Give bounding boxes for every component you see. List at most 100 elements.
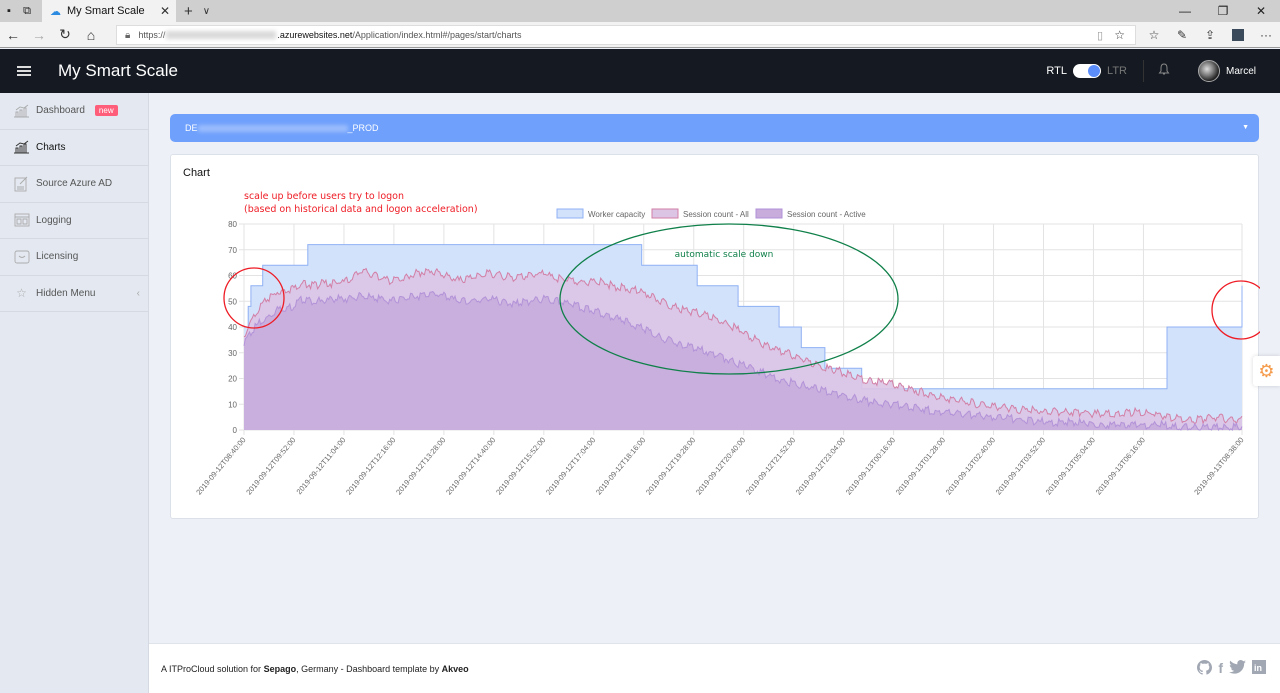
extension-icon[interactable] — [1232, 29, 1244, 41]
y-axis: 01020304050607080 — [228, 220, 237, 435]
url-input[interactable]: 🔒︎ https:// .azurewebsites.net /Applicat… — [116, 25, 1136, 45]
more-menu-icon[interactable]: ··· — [1252, 28, 1280, 42]
x-tick-label: 2019-09-13T06:16:00 — [1094, 436, 1147, 497]
x-tick-label: 2019-09-12T14:40:00 — [444, 436, 497, 497]
sidebar-item-label: Hidden Menu — [36, 287, 96, 299]
sidebar-item-licensing[interactable]: Licensing — [0, 239, 148, 276]
rtl-label: RTL — [1046, 65, 1068, 77]
star-icon: ☆ — [16, 286, 27, 301]
x-tick-label: 2019-09-13T03:52:00 — [994, 436, 1047, 497]
footer-text: A ITProCloud solution for — [161, 663, 264, 674]
legend-swatch — [651, 208, 679, 219]
browser-tab[interactable]: ☁ My Smart Scale ✕ — [42, 0, 176, 22]
new-tab-button[interactable]: + — [184, 3, 193, 20]
legend-label: Worker capacity — [588, 210, 645, 219]
edit-note-icon — [13, 176, 30, 192]
refresh-button[interactable]: ↻ — [52, 26, 78, 43]
sidebar-item-hidden-menu[interactable]: ☆ Hidden Menu ‹ — [0, 276, 148, 312]
close-window-button[interactable]: ✕ — [1242, 0, 1280, 22]
x-tick-label: 2019-09-12T21:52:00 — [744, 436, 797, 497]
chart-legend: Worker capacity Session count - All Sessio… — [556, 208, 866, 219]
y-tick-label: 70 — [228, 246, 237, 255]
y-tick-label: 30 — [228, 349, 237, 358]
toggle-knob — [1088, 65, 1101, 77]
reading-view-icon[interactable]: ▯ — [1097, 29, 1103, 42]
bar-chart-icon — [13, 103, 30, 119]
back-button[interactable]: ← — [0, 27, 26, 43]
x-tick-label: 2019-09-12T20:40:00 — [694, 436, 747, 497]
legend-swatch — [755, 208, 783, 219]
y-tick-label: 40 — [228, 323, 237, 332]
sidebar-item-charts[interactable]: Charts — [0, 130, 148, 166]
environment-select[interactable]: DE _PROD ▼ — [170, 114, 1259, 142]
forward-button[interactable]: → — [26, 27, 52, 43]
app-title: My Smart Scale — [58, 61, 178, 80]
select-prefix: DE — [185, 123, 198, 133]
sidebar-item-dashboard[interactable]: Dashboard new — [0, 93, 148, 130]
x-tick-label: 2019-09-13T01:28:00 — [894, 436, 947, 497]
hamburger-menu-icon[interactable] — [17, 66, 31, 76]
app-header: My Smart Scale RTL LTR Marcel — [0, 49, 1280, 93]
sidebar-item-label: Licensing — [36, 251, 79, 263]
chart: 01020304050607080 2019-09-12T08:40:00201… — [194, 191, 1260, 497]
x-tick-label: 2019-09-13T00:16:00 — [844, 436, 897, 497]
header-divider — [1142, 60, 1144, 82]
restore-button[interactable]: ❐ — [1204, 0, 1242, 22]
lock-icon: 🔒︎ — [125, 29, 131, 41]
user-name[interactable]: Marcel — [1226, 66, 1256, 77]
home-button[interactable]: ⌂ — [78, 27, 104, 43]
sidebar-item-label: Source Azure AD — [36, 178, 113, 190]
x-tick-label: 2019-09-12T09:52:00 — [244, 436, 297, 497]
footer-brand-sepago[interactable]: Sepago — [264, 664, 297, 674]
redacted-host — [166, 31, 277, 39]
x-tick-label: 2019-09-12T13:28:00 — [394, 436, 447, 497]
share-icon[interactable]: ⇪ — [1196, 28, 1224, 42]
direction-toggle[interactable] — [1073, 64, 1102, 78]
chevron-left-icon[interactable]: ‹ — [137, 288, 140, 299]
favorites-icon[interactable]: ☆ — [1140, 28, 1168, 42]
y-tick-label: 20 — [228, 375, 237, 384]
x-tick-label: 2019-09-12T12:16:00 — [344, 436, 397, 497]
x-tick-label: 2019-09-12T18:16:00 — [594, 436, 647, 497]
chart-areas — [243, 244, 1243, 432]
cloud-favicon-icon: ☁ — [50, 5, 61, 18]
address-bar-row: ← → ↻ ⌂ 🔒︎ https:// .azurewebsites.net /… — [0, 22, 1280, 48]
twitter-icon[interactable] — [1229, 660, 1246, 678]
x-tick-label: 2019-09-13T02:40:00 — [944, 436, 997, 497]
legend-label: Session count - All — [683, 210, 749, 219]
x-tick-label: 2019-09-12T17:04:00 — [544, 436, 597, 497]
x-tick-label: 2019-09-12T19:28:00 — [644, 436, 697, 497]
svg-text:in: in — [1254, 663, 1262, 673]
sidebar: Dashboard new Charts Source Azure AD Log… — [0, 93, 149, 693]
url-path: /Application/index.html#/pages/start/cha… — [352, 30, 522, 40]
close-tab-icon[interactable]: ✕ — [160, 4, 170, 18]
sidebar-item-source-azure-ad[interactable]: Source Azure AD — [0, 166, 148, 203]
linkedin-icon[interactable]: in — [1252, 660, 1266, 678]
y-tick-label: 80 — [228, 220, 237, 229]
layout-icon — [13, 212, 30, 228]
github-icon[interactable] — [1197, 660, 1213, 678]
select-suffix: _PROD — [347, 123, 379, 133]
annotation-scale-down: automatic scale down — [675, 250, 774, 260]
chart-card: Chart 0 10 20 30 40 50 60 70 80 2019-09-12T08:40… — [170, 154, 1260, 519]
redacted-environment — [197, 124, 348, 132]
avatar[interactable] — [1197, 60, 1220, 82]
tab-list-chevron-icon[interactable]: ∨ — [203, 6, 210, 17]
settings-gear-icon[interactable]: ⚙ — [1253, 356, 1280, 386]
browser-tab-bar: ▪ ⧉ ☁ My Smart Scale ✕ + ∨ — ❐ ✕ — [0, 0, 1280, 22]
footer: A ITProCloud solution for Sepago , Germa… — [149, 643, 1280, 693]
notes-pen-icon[interactable]: ✎ — [1168, 28, 1196, 42]
sidebar-item-label: Charts — [36, 141, 66, 153]
footer-brand-akveo[interactable]: Akveo — [442, 664, 469, 674]
x-tick-label: 2019-09-12T15:52:00 — [494, 436, 547, 497]
sidebar-item-logging[interactable]: Logging — [0, 203, 148, 239]
facebook-icon[interactable]: f — [1218, 660, 1223, 678]
x-tick-label: 2019-09-12T11:04:00 — [295, 436, 348, 497]
minimize-button[interactable]: — — [1166, 0, 1204, 22]
bell-icon[interactable] — [1158, 63, 1172, 79]
tab-manager-icon[interactable]: ▪ — [0, 0, 18, 22]
favorite-star-icon[interactable]: ☆ — [1114, 28, 1125, 42]
url-scheme: https:// — [138, 30, 166, 40]
set-tabs-aside-icon[interactable]: ⧉ — [18, 0, 36, 22]
y-tick-label: 50 — [228, 297, 237, 306]
